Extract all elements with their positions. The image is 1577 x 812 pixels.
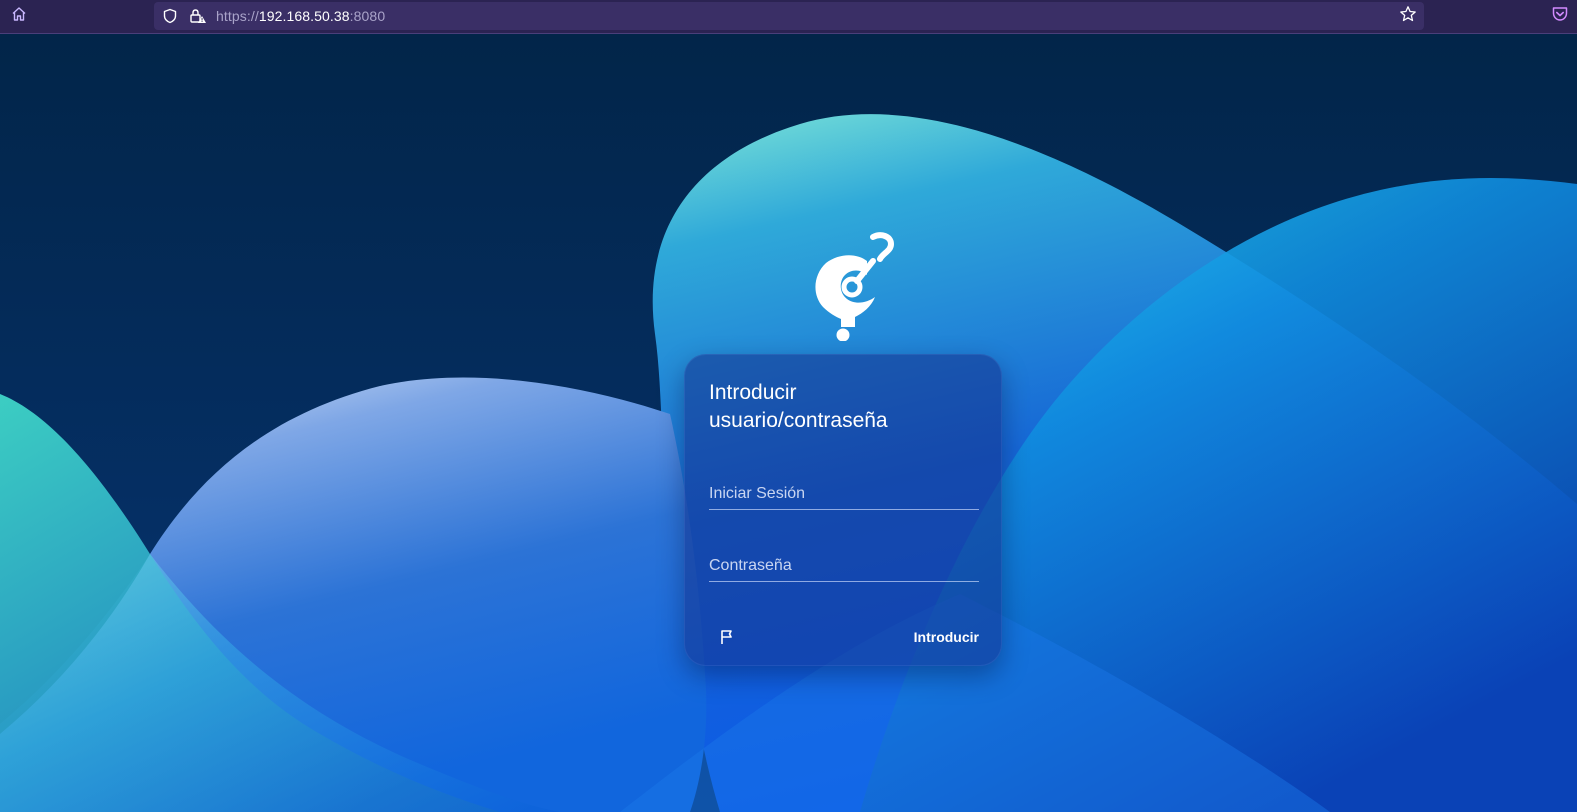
star-icon	[1399, 5, 1417, 28]
password-input[interactable]	[709, 555, 979, 577]
browser-toolbar: https://192.168.50.38:8080	[0, 0, 1577, 34]
flag-icon	[719, 629, 735, 650]
app-logo-icon	[815, 232, 895, 341]
username-input[interactable]	[709, 483, 979, 505]
insecure-lock-icon[interactable]	[188, 6, 208, 26]
tracking-protection-shield-icon[interactable]	[160, 6, 180, 26]
address-bar[interactable]: https://192.168.50.38:8080	[154, 2, 1424, 30]
url-host: 192.168.50.38	[258, 8, 350, 24]
home-button[interactable]	[8, 5, 30, 27]
pocket-icon	[1551, 5, 1569, 28]
password-field-container	[709, 551, 979, 582]
username-field-container	[709, 479, 979, 510]
home-icon	[11, 6, 27, 27]
url-port: :8080	[349, 8, 386, 24]
pocket-button[interactable]	[1549, 5, 1571, 27]
login-page: Introducir usuario/contraseña Introducir	[0, 34, 1577, 812]
language-button[interactable]	[715, 627, 739, 651]
login-title: Introducir usuario/contraseña	[709, 381, 888, 432]
login-card: Introducir usuario/contraseña Introducir	[684, 354, 1002, 666]
url-scheme: https://	[216, 8, 259, 24]
url-text[interactable]: https://192.168.50.38:8080	[216, 8, 385, 24]
submit-button[interactable]: Introducir	[914, 629, 979, 645]
bookmark-button[interactable]	[1398, 5, 1418, 28]
